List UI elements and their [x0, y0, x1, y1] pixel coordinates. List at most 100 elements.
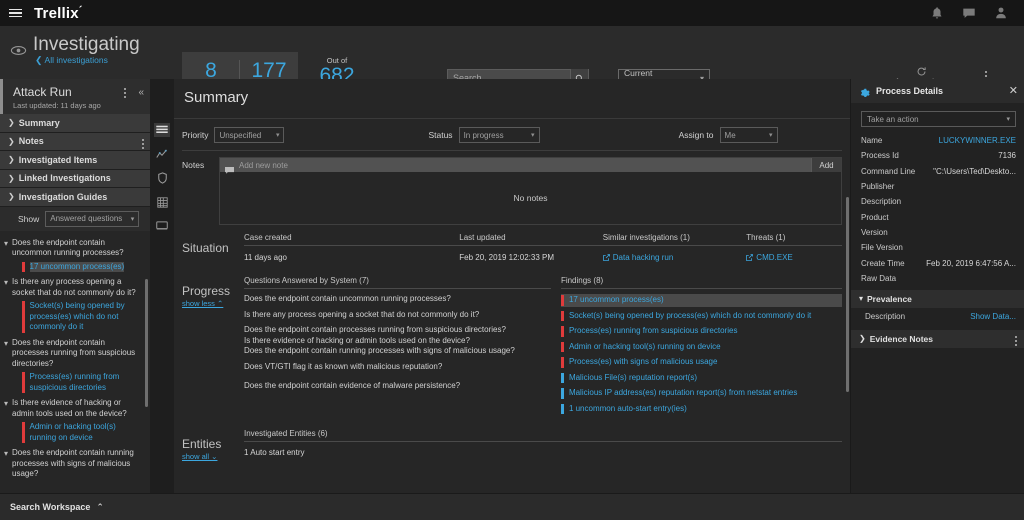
threat-link[interactable]: CMD.EXE: [746, 253, 792, 262]
situation-headers: Case created Last updated Similar invest…: [244, 233, 842, 245]
entity-item[interactable]: 1 Auto start entry: [244, 442, 842, 457]
severity-bar: [561, 404, 564, 415]
brand-logo: Trellix´: [30, 5, 83, 22]
field-create-time: Create Time Feb 20, 2019 6:47:56 A...: [851, 255, 1024, 270]
question-item[interactable]: Does the endpoint contain processes runn…: [244, 325, 551, 336]
notes-box: Add new note Add No notes: [219, 157, 842, 225]
sidebar-item-notes[interactable]: ❯ Notes: [0, 133, 150, 152]
entities-show-all-link[interactable]: show all ⌄: [182, 452, 244, 461]
answered-questions-select[interactable]: Answered questions ▾: [45, 211, 139, 227]
page-title: Investigating: [33, 34, 140, 56]
external-link-icon: [746, 254, 753, 261]
finding-label: Process(es) with signs of malicious usag…: [569, 357, 718, 368]
finding-item[interactable]: 1 uncommon auto-start entry(ies): [561, 403, 842, 416]
bell-icon[interactable]: [930, 6, 944, 20]
question-item[interactable]: Does the endpoint contain evidence of ma…: [244, 381, 551, 392]
collapse-panel-button[interactable]: «: [138, 87, 144, 98]
investigation-overflow-menu-button[interactable]: [124, 88, 126, 98]
brand-name: Trellix: [34, 5, 79, 22]
add-note-button[interactable]: Add: [811, 158, 841, 172]
priority-value: Unspecified: [219, 131, 261, 140]
search-workspace-label[interactable]: Search Workspace: [10, 502, 90, 512]
chevron-up-icon[interactable]: ⌃: [96, 502, 104, 513]
refresh-icon[interactable]: [916, 64, 927, 75]
guide-finding[interactable]: Socket(s) being opened by process(es) wh…: [0, 298, 150, 335]
table-view-icon[interactable]: [154, 195, 170, 209]
entities-title: Entities: [182, 437, 221, 451]
main-content: Summary Priority Unspecified ▾ Status In…: [174, 79, 850, 493]
gear-icon: [859, 86, 870, 97]
field-value: "C:\Users\Ted\Deskto...: [933, 167, 1016, 176]
entities-section: Entities show all ⌄ Investigated Entitie…: [174, 418, 850, 461]
show-data-link[interactable]: Show Data...: [970, 312, 1016, 321]
sidebar-item-investigation-guides[interactable]: ❯ Investigation Guides: [0, 188, 150, 207]
back-to-all-investigations-link[interactable]: ❮All investigations: [33, 55, 140, 66]
screen-view-icon[interactable]: [154, 219, 170, 233]
similar-investigation-link[interactable]: Data hacking run: [603, 253, 747, 262]
progress-columns: Questions Answered by System (7) Does th…: [244, 276, 842, 418]
finding-item[interactable]: Process(es) running from suspicious dire…: [561, 325, 842, 338]
finding-item[interactable]: Socket(s) being opened by process(es) wh…: [561, 310, 842, 323]
assign-to-select[interactable]: Me ▾: [720, 127, 778, 143]
chevron-down-icon: ▾: [4, 278, 8, 298]
close-icon[interactable]: ✕: [1009, 86, 1018, 96]
guide-question-text: Is there evidence of hacking or admin to…: [12, 398, 142, 419]
guide-finding[interactable]: Admin or hacking tool(s) running on devi…: [0, 419, 150, 445]
sidebar-item-summary[interactable]: ❯ Summary: [0, 114, 150, 133]
severity-bar: [22, 422, 25, 443]
guide-question[interactable]: ▾ Does the endpoint contain processes ru…: [0, 335, 150, 370]
note-input-placeholder: Add new note: [239, 161, 288, 170]
finding-item[interactable]: 17 uncommon process(es): [561, 294, 842, 307]
status-select[interactable]: In progress ▾: [459, 127, 540, 143]
graph-view-icon[interactable]: [154, 147, 170, 161]
field-value[interactable]: LUCKYWINNER.EXE: [939, 136, 1016, 145]
left-panel-scrollbar[interactable]: [145, 279, 148, 407]
guide-question[interactable]: ▾ Is there any process opening a socket …: [0, 274, 150, 298]
similar-investigation-label: Data hacking run: [613, 253, 673, 262]
question-item[interactable]: Does the endpoint contain running proces…: [244, 346, 551, 357]
chat-icon[interactable]: [962, 6, 976, 20]
guide-question[interactable]: ▾ Does the endpoint contain running proc…: [0, 445, 150, 480]
finding-item[interactable]: Malicious IP address(es) reputation repo…: [561, 387, 842, 400]
assign-to-value: Me: [725, 131, 736, 140]
severity-bar: [22, 262, 25, 273]
main-title: Summary: [174, 79, 850, 106]
field-product: Product: [851, 209, 1024, 224]
priority-select[interactable]: Unspecified ▾: [214, 127, 284, 143]
note-input-row[interactable]: Add new note Add: [220, 158, 841, 172]
situation-header-case-created: Case created: [244, 233, 459, 242]
investigation-card-header: Attack Run Last updated: 11 days ago «: [0, 79, 150, 114]
back-link-label: All investigations: [45, 55, 108, 65]
sidebar-item-investigated-items[interactable]: ❯ Investigated Items: [0, 151, 150, 170]
take-an-action-select[interactable]: Take an action ▾: [861, 111, 1016, 127]
user-icon[interactable]: [994, 6, 1008, 20]
guide-finding[interactable]: 17 uncommon process(es): [0, 259, 150, 275]
guide-question[interactable]: ▾ Is there evidence of hacking or admin …: [0, 395, 150, 419]
finding-label: Process(es) running from suspicious dire…: [569, 326, 738, 337]
question-item[interactable]: Does VT/GTI flag it as known with malici…: [244, 362, 551, 373]
guide-question-text: Does the endpoint contain running proces…: [12, 448, 142, 480]
finding-item[interactable]: Process(es) with signs of malicious usag…: [561, 356, 842, 369]
notes-overflow-menu-button[interactable]: [142, 139, 144, 149]
question-item[interactable]: Does the endpoint contain uncommon runni…: [244, 294, 551, 305]
prevalence-section-header[interactable]: ▾ Prevalence: [851, 290, 1024, 308]
list-view-icon[interactable]: [154, 123, 170, 137]
sidebar-item-investigated-items-label: Investigated Items: [19, 155, 98, 165]
main-scrollbar[interactable]: [846, 197, 849, 392]
finding-item[interactable]: Admin or hacking tool(s) running on devi…: [561, 341, 842, 354]
hamburger-icon[interactable]: [0, 9, 30, 18]
chevron-down-icon: ▾: [4, 449, 8, 480]
shield-view-icon[interactable]: [154, 171, 170, 185]
progress-show-less-link[interactable]: show less ⌃: [182, 299, 244, 308]
question-item[interactable]: Is there evidence of hacking or admin to…: [244, 336, 551, 347]
finding-item[interactable]: Malicious File(s) reputation report(s): [561, 372, 842, 385]
evidence-notes-section-header[interactable]: ❯ Evidence Notes: [851, 330, 1024, 348]
evidence-notes-overflow-menu-button[interactable]: [1015, 336, 1017, 346]
chevron-down-icon: ▾: [4, 239, 8, 259]
chevron-down-icon: ▾: [4, 339, 8, 370]
guide-finding[interactable]: Process(es) running from suspicious dire…: [0, 369, 150, 395]
guide-question[interactable]: ▾ Does the endpoint contain uncommon run…: [0, 235, 150, 259]
chevron-down-icon: ▾: [859, 294, 863, 303]
question-item[interactable]: Is there any process opening a socket th…: [244, 310, 551, 321]
sidebar-item-linked-investigations[interactable]: ❯ Linked Investigations: [0, 170, 150, 189]
